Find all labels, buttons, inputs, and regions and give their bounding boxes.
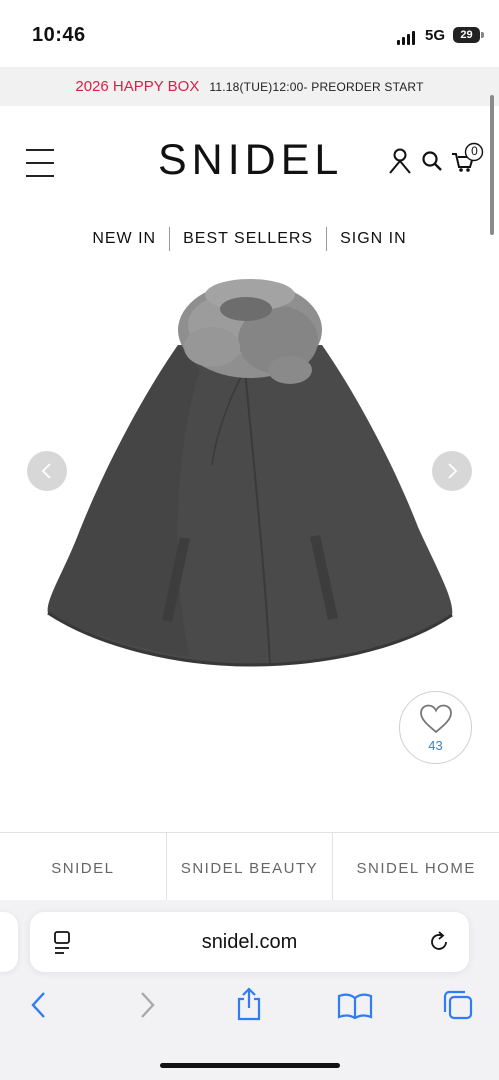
previous-tab-card[interactable] [0, 912, 18, 972]
back-icon[interactable] [28, 990, 50, 1020]
announcement-bar[interactable]: 2026 HAPPY BOX 11.18(TUE)12:00- PREORDER… [0, 67, 499, 106]
share-icon[interactable] [234, 986, 264, 1022]
status-bar: 10:46 5G 29 [0, 0, 499, 66]
nav-new-in[interactable]: NEW IN [79, 230, 169, 248]
bookmarks-icon[interactable] [337, 992, 373, 1020]
logo[interactable]: SNIDEL [158, 136, 343, 185]
address-bar[interactable]: snidel.com [30, 912, 469, 972]
reload-icon[interactable] [428, 931, 450, 953]
account-icon[interactable] [388, 148, 412, 174]
network-type: 5G [425, 27, 446, 44]
brand-tab-snidel-beauty[interactable]: SNIDEL BEAUTY [167, 833, 334, 903]
brand-tabs: SNIDEL SNIDEL BEAUTY SNIDEL HOME [0, 832, 499, 903]
forward-icon[interactable] [136, 990, 158, 1020]
scrollbar[interactable] [490, 95, 494, 235]
like-count: 43 [428, 738, 443, 753]
status-time: 10:46 [32, 24, 86, 46]
signal-icon [397, 31, 415, 45]
chevron-left-icon [41, 463, 51, 479]
top-nav: NEW IN BEST SELLERS SIGN IN [0, 226, 499, 252]
cart-count[interactable]: 0 [466, 144, 483, 158]
search-icon[interactable] [421, 150, 443, 172]
battery-icon: 29 [453, 27, 480, 43]
menu-icon[interactable] [26, 147, 54, 179]
heart-icon [420, 704, 452, 734]
nav-sign-in[interactable]: SIGN IN [327, 230, 420, 248]
announcement-highlight[interactable]: 2026 HAPPY BOX [75, 78, 199, 95]
carousel-next-button[interactable] [432, 451, 472, 491]
tabs-icon[interactable] [442, 989, 474, 1021]
nav-best-sellers[interactable]: BEST SELLERS [170, 230, 326, 248]
carousel-prev-button[interactable] [27, 451, 67, 491]
like-button[interactable]: 43 [399, 691, 472, 764]
url-text[interactable]: snidel.com [30, 931, 469, 954]
battery-tip [481, 32, 484, 38]
chevron-right-icon [448, 463, 458, 479]
announcement-detail[interactable]: 11.18(TUE)12:00- PREORDER START [209, 80, 423, 94]
brand-tab-snidel-home[interactable]: SNIDEL HOME [333, 833, 499, 903]
product-image[interactable] [40, 275, 460, 675]
home-indicator[interactable] [160, 1063, 340, 1068]
brand-tab-snidel[interactable]: SNIDEL [0, 833, 167, 903]
